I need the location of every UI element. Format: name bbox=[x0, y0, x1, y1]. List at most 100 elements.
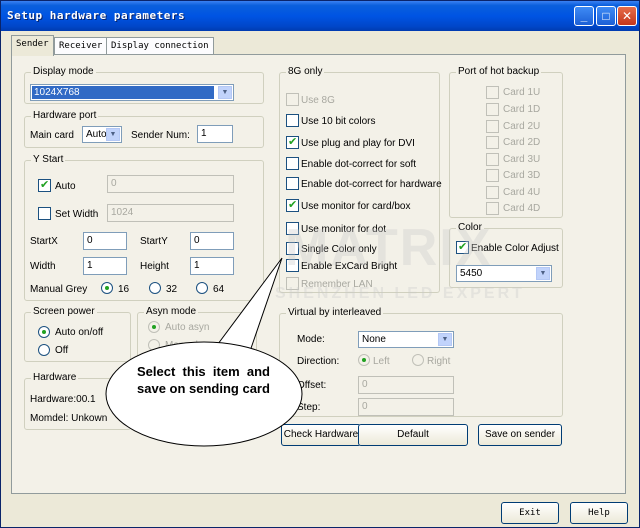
mode-select[interactable]: None ▼ bbox=[358, 331, 454, 348]
dot-correct-soft-label: Enable dot-correct for soft bbox=[301, 159, 417, 170]
height-field[interactable]: 1 bbox=[190, 257, 234, 275]
card-2d-label: Card 2D bbox=[503, 137, 541, 148]
manual-asyn-radio[interactable] bbox=[148, 339, 160, 351]
card-1d-checkbox[interactable] bbox=[486, 103, 499, 116]
main-card-select[interactable]: Auto ▼ bbox=[82, 126, 122, 143]
sender-num-field[interactable]: 1 bbox=[197, 125, 233, 143]
window-title: Setup hardware parameters bbox=[7, 9, 186, 22]
hardware-version-text: Hardware:00.1 bbox=[30, 394, 96, 405]
starty-label: StartY bbox=[140, 236, 168, 247]
dot-correct-hardware-checkbox[interactable] bbox=[286, 177, 299, 190]
use-8g-checkbox[interactable] bbox=[286, 93, 299, 106]
close-icon: ✕ bbox=[621, 9, 633, 23]
card-3d-checkbox[interactable] bbox=[486, 169, 499, 182]
default-button[interactable]: Default bbox=[358, 424, 468, 446]
set-width-label: Set Width bbox=[55, 209, 99, 220]
asyn-mode-group: Asyn mode Auto asyn Manual asyn bbox=[137, 306, 257, 362]
height-label: Height bbox=[140, 261, 169, 272]
plug-and-play-checkbox[interactable] bbox=[286, 135, 299, 149]
width-field[interactable]: 1 bbox=[83, 257, 127, 275]
monitor-dot-label: Use monitor for dot bbox=[301, 224, 387, 235]
card-1u-label: Card 1U bbox=[503, 87, 541, 98]
excard-bright-checkbox[interactable] bbox=[286, 259, 299, 272]
eight-g-group: 8G only Use 8G Use 10 bit colors Use plu… bbox=[279, 66, 442, 293]
card-4u-label: Card 4U bbox=[503, 187, 541, 198]
direction-left-radio[interactable] bbox=[358, 354, 370, 366]
set-width-checkbox[interactable] bbox=[38, 207, 51, 220]
help-button[interactable]: Help bbox=[570, 502, 628, 524]
chevron-down-icon: ▼ bbox=[438, 333, 452, 346]
auto-value-field[interactable]: 0 bbox=[107, 175, 234, 193]
hot-backup-group: Port of hot backup Card 1U Card 1D Card … bbox=[449, 66, 563, 218]
tab-display-connection[interactable]: Display connection bbox=[106, 37, 214, 55]
card-1u-checkbox[interactable] bbox=[486, 86, 499, 99]
auto-on-off-radio[interactable] bbox=[38, 326, 50, 338]
display-mode-select[interactable]: 1024X768 ▼ bbox=[30, 84, 234, 101]
startx-field[interactable]: 0 bbox=[83, 232, 127, 250]
step-label: Step: bbox=[297, 402, 321, 413]
maximize-icon: □ bbox=[602, 9, 610, 23]
check-hardware-button[interactable]: Check Hardware bbox=[281, 424, 361, 446]
close-button[interactable]: ✕ bbox=[617, 6, 637, 26]
card-4d-checkbox[interactable] bbox=[486, 202, 499, 215]
maximize-button[interactable]: □ bbox=[596, 6, 616, 26]
card-3u-checkbox[interactable] bbox=[486, 153, 499, 166]
auto-on-off-label: Auto on/off bbox=[55, 327, 104, 338]
exit-button[interactable]: Exit bbox=[501, 502, 559, 524]
dot-correct-soft-checkbox[interactable] bbox=[286, 157, 299, 170]
auto-checkbox[interactable] bbox=[38, 178, 51, 192]
card-3d-label: Card 3D bbox=[503, 170, 541, 181]
grey-32-radio[interactable] bbox=[149, 282, 161, 294]
monitor-card-box-checkbox[interactable] bbox=[286, 198, 299, 212]
tab-sender[interactable]: Sender bbox=[11, 35, 54, 56]
callout-text: Select this item and save on sending car… bbox=[137, 364, 270, 396]
chevron-down-icon: ▼ bbox=[536, 267, 550, 280]
virtual-legend: Virtual by interleaved bbox=[286, 307, 384, 318]
grey-64-radio[interactable] bbox=[196, 282, 208, 294]
card-4d-label: Card 4D bbox=[503, 203, 541, 214]
direction-label: Direction: bbox=[297, 356, 340, 367]
hot-backup-legend: Port of hot backup bbox=[456, 66, 542, 77]
save-on-sender-button[interactable]: Save on sender bbox=[478, 424, 562, 446]
minimize-button[interactable]: _ bbox=[574, 6, 594, 26]
hardware-port-legend: Hardware port bbox=[31, 110, 99, 121]
direction-right-radio[interactable] bbox=[412, 354, 424, 366]
chevron-down-icon: ▼ bbox=[106, 128, 120, 141]
tab-receiver[interactable]: Receiver bbox=[54, 37, 108, 55]
manual-asyn-label: Manual asyn bbox=[165, 340, 222, 351]
auto-asyn-label: Auto asyn bbox=[165, 322, 210, 333]
color-temperature-select[interactable]: 5450 ▼ bbox=[456, 265, 552, 282]
starty-field[interactable]: 0 bbox=[190, 232, 234, 250]
card-1d-label: Card 1D bbox=[503, 104, 541, 115]
hardware-group: Hardware Hardware:00.1 Momdel: Unkown bbox=[24, 372, 131, 430]
off-radio[interactable] bbox=[38, 344, 50, 356]
y-start-legend: Y Start bbox=[31, 154, 66, 165]
single-color-label: Single Color only bbox=[301, 244, 377, 255]
screen-power-legend: Screen power bbox=[31, 306, 97, 317]
remember-lan-checkbox[interactable] bbox=[286, 277, 299, 290]
grey-32-label: 32 bbox=[166, 284, 178, 295]
set-width-field[interactable]: 1024 bbox=[107, 204, 234, 222]
enable-color-adjust-checkbox[interactable] bbox=[456, 240, 469, 254]
offset-field[interactable]: 0 bbox=[358, 376, 454, 394]
use-8g-label: Use 8G bbox=[301, 95, 335, 106]
direction-right-label: Right bbox=[427, 356, 451, 367]
single-color-checkbox[interactable] bbox=[286, 242, 299, 255]
monitor-dot-checkbox[interactable] bbox=[286, 222, 299, 235]
card-2d-checkbox[interactable] bbox=[486, 136, 499, 149]
use-10-bit-checkbox[interactable] bbox=[286, 114, 299, 127]
screen-power-group: Screen power Auto on/off Off bbox=[24, 306, 131, 362]
grey-16-radio[interactable] bbox=[101, 282, 113, 294]
card-2u-checkbox[interactable] bbox=[486, 120, 499, 133]
title-bar[interactable]: Setup hardware parameters _ □ ✕ bbox=[1, 1, 639, 31]
card-4u-checkbox[interactable] bbox=[486, 186, 499, 199]
sender-num-label: Sender Num: bbox=[131, 130, 190, 141]
auto-asyn-radio[interactable] bbox=[148, 321, 160, 333]
setup-hardware-window: Setup hardware parameters _ □ ✕ Sender R… bbox=[0, 0, 640, 528]
step-field[interactable]: 0 bbox=[358, 398, 454, 416]
remember-lan-label: Remember LAN bbox=[301, 279, 373, 290]
chevron-down-icon: ▼ bbox=[218, 86, 232, 99]
direction-left-label: Left bbox=[373, 356, 390, 367]
sender-tab-panel: Display mode 1024X768 ▼ Hardware port Ma… bbox=[11, 54, 626, 494]
excard-bright-label: Enable ExCard Bright bbox=[301, 261, 398, 272]
